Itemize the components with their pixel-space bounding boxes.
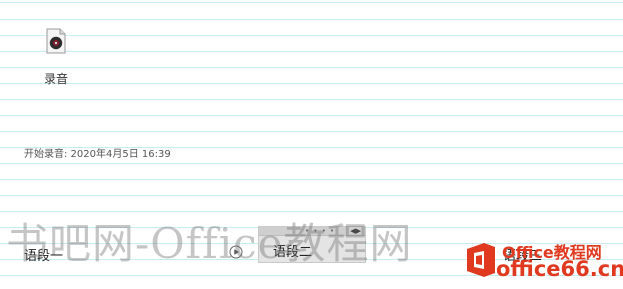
segment-two-box[interactable]: • • • • ◀▶ 语段二 <box>258 226 366 263</box>
drag-handle-icon[interactable]: • • • • <box>305 228 335 235</box>
audio-file-icon <box>46 28 66 54</box>
file-label: 录音 <box>43 72 68 86</box>
site-logo: Office教程网 office66.cn <box>458 237 623 289</box>
recording-start-text: 开始录音: 2020年4月5日 16:39 <box>24 149 171 160</box>
segment-two: 语段二 <box>273 245 313 260</box>
office-logo-icon <box>464 241 498 283</box>
audio-file[interactable]: 录音 <box>36 28 76 87</box>
logo-bottom-text: office66.cn <box>496 257 623 281</box>
segment-one: 语段一 <box>24 249 64 264</box>
play-icon[interactable] <box>229 244 243 259</box>
segment-drag-bar[interactable]: • • • • ◀▶ <box>259 227 365 236</box>
resize-arrows-icon[interactable]: ◀▶ <box>350 227 361 235</box>
